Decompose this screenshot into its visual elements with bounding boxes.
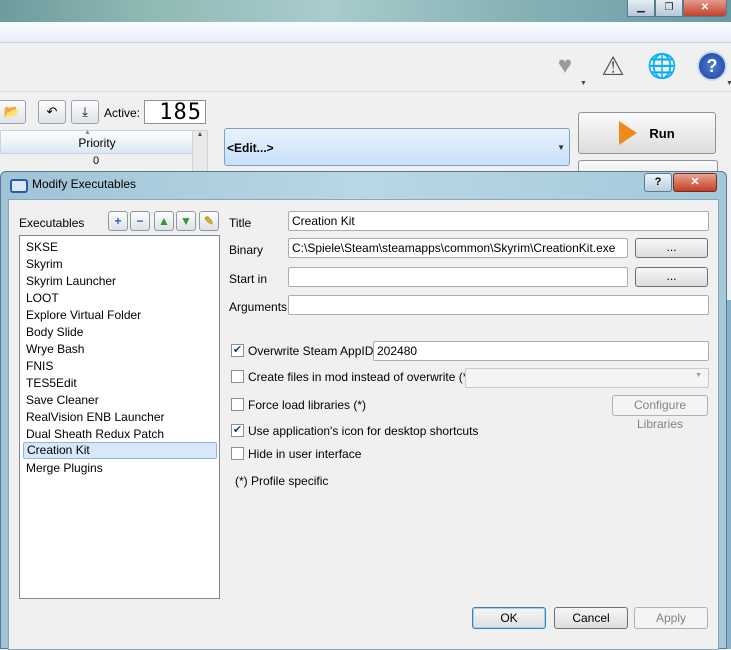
start-in-input[interactable] (288, 267, 628, 287)
dialog-close-button[interactable]: ✕ (673, 173, 717, 192)
export-button[interactable]: ⤓ (71, 100, 99, 124)
menu-bar (0, 22, 731, 43)
binary-label: Binary (229, 243, 264, 257)
list-item[interactable]: Skyrim (26, 256, 63, 273)
mod-list-scrollbar[interactable]: ▲ (192, 130, 208, 172)
list-item[interactable]: Body Slide (26, 324, 83, 341)
create-files-label[interactable]: Create files in mod instead of overwrite… (248, 370, 471, 384)
list-item[interactable]: RealVision ENB Launcher (26, 409, 165, 426)
minimize-button[interactable]: ▁ (627, 0, 655, 17)
undo-button[interactable]: ↶ (38, 100, 66, 124)
list-item[interactable]: Wrye Bash (26, 341, 84, 358)
arguments-input[interactable] (288, 295, 709, 315)
apply-button[interactable]: Apply (634, 607, 708, 629)
scroll-up-icon[interactable]: ▲ (193, 131, 207, 138)
binary-input[interactable]: C:\Spiele\Steam\steamapps\common\Skyrim\… (288, 238, 628, 258)
cancel-button[interactable]: Cancel (554, 607, 628, 629)
configure-libraries-button[interactable]: Configure Libraries (612, 395, 708, 431)
overwrite-appid-label[interactable]: Overwrite Steam AppID (248, 344, 373, 358)
clean-broom-button[interactable]: ✎ (199, 211, 219, 231)
executable-select[interactable]: <Edit...> ▼ (224, 128, 570, 166)
list-item[interactable]: Explore Virtual Folder (26, 307, 141, 324)
add-executable-button[interactable]: + (108, 211, 128, 231)
list-item[interactable]: FNIS (26, 358, 53, 375)
list-item[interactable]: TES5Edit (26, 375, 77, 392)
open-folder-button[interactable]: 📂 (0, 100, 26, 124)
start-in-label: Start in (229, 272, 268, 286)
chevron-down-icon: ▼ (695, 372, 702, 379)
dialog-help-button[interactable]: ? (644, 173, 672, 192)
title-label: Title (229, 216, 252, 230)
executables-label: Executables (19, 216, 85, 230)
priority-column-header[interactable]: Priority (0, 130, 194, 154)
overwrite-appid-checkbox[interactable]: ✔ (231, 344, 244, 357)
create-files-checkbox[interactable] (231, 370, 244, 383)
appid-input[interactable]: 202480 (373, 341, 709, 361)
active-count-display: 185 (144, 100, 206, 125)
dialog-title: Modify Executables (32, 177, 137, 191)
help-menu-chevron-icon[interactable]: ▼ (726, 80, 731, 87)
main-window-titlebar (0, 0, 731, 22)
title-input[interactable]: Creation Kit (288, 211, 709, 231)
list-item[interactable]: Save Cleaner (26, 392, 99, 409)
move-down-button[interactable]: ▼ (176, 211, 196, 231)
create-files-mod-select[interactable]: ▼ (465, 368, 709, 388)
close-button[interactable]: ✕ (683, 0, 727, 17)
use-app-icon-label[interactable]: Use application's icon for desktop short… (248, 424, 478, 438)
force-load-label[interactable]: Force load libraries (*) (248, 398, 366, 412)
browse-binary-button[interactable]: ... (635, 238, 708, 258)
list-item[interactable]: Skyrim Launcher (26, 273, 116, 290)
remove-executable-button[interactable]: − (130, 211, 150, 231)
chevron-down-icon: ▼ (557, 143, 565, 152)
executables-list[interactable]: SKSE Skyrim Skyrim Launcher LOOT Explore… (19, 235, 220, 599)
profile-specific-note: (*) Profile specific (235, 474, 329, 488)
app-icon (10, 179, 28, 193)
arguments-label: Arguments (229, 300, 288, 314)
list-item[interactable]: LOOT (26, 290, 59, 307)
heart-menu-chevron-icon[interactable]: ▼ (580, 80, 587, 87)
sort-ascending-icon: ▲ (84, 129, 91, 136)
priority-cell: 0 (92, 155, 100, 167)
active-label: Active: (104, 106, 141, 120)
list-item-selected[interactable]: Creation Kit (23, 442, 217, 459)
executable-select-value: <Edit...> (227, 141, 274, 155)
run-button-label: Run (649, 125, 675, 141)
list-item[interactable]: Merge Plugins (26, 460, 103, 477)
hide-ui-label[interactable]: Hide in user interface (248, 447, 361, 461)
warning-icon[interactable]: ⚠ (596, 49, 630, 83)
move-up-button[interactable]: ▲ (154, 211, 174, 231)
maximize-button[interactable]: ❐ (655, 0, 683, 17)
run-button[interactable]: Run (578, 112, 716, 154)
play-icon (619, 121, 638, 145)
list-item[interactable]: SKSE (26, 239, 58, 256)
ok-button[interactable]: OK (472, 607, 546, 629)
browse-start-in-button[interactable]: ... (635, 267, 708, 287)
hide-ui-checkbox[interactable] (231, 447, 244, 460)
heart-icon[interactable]: ♥ (548, 49, 582, 83)
use-app-icon-checkbox[interactable]: ✔ (231, 424, 244, 437)
list-item[interactable]: Dual Sheath Redux Patch (26, 426, 164, 443)
main-window-controls: ▁ ❐ ✕ (627, 0, 727, 17)
globe-icon[interactable]: 🌐 (645, 49, 679, 83)
help-icon[interactable]: ? (695, 49, 729, 83)
force-load-checkbox[interactable] (231, 398, 244, 411)
